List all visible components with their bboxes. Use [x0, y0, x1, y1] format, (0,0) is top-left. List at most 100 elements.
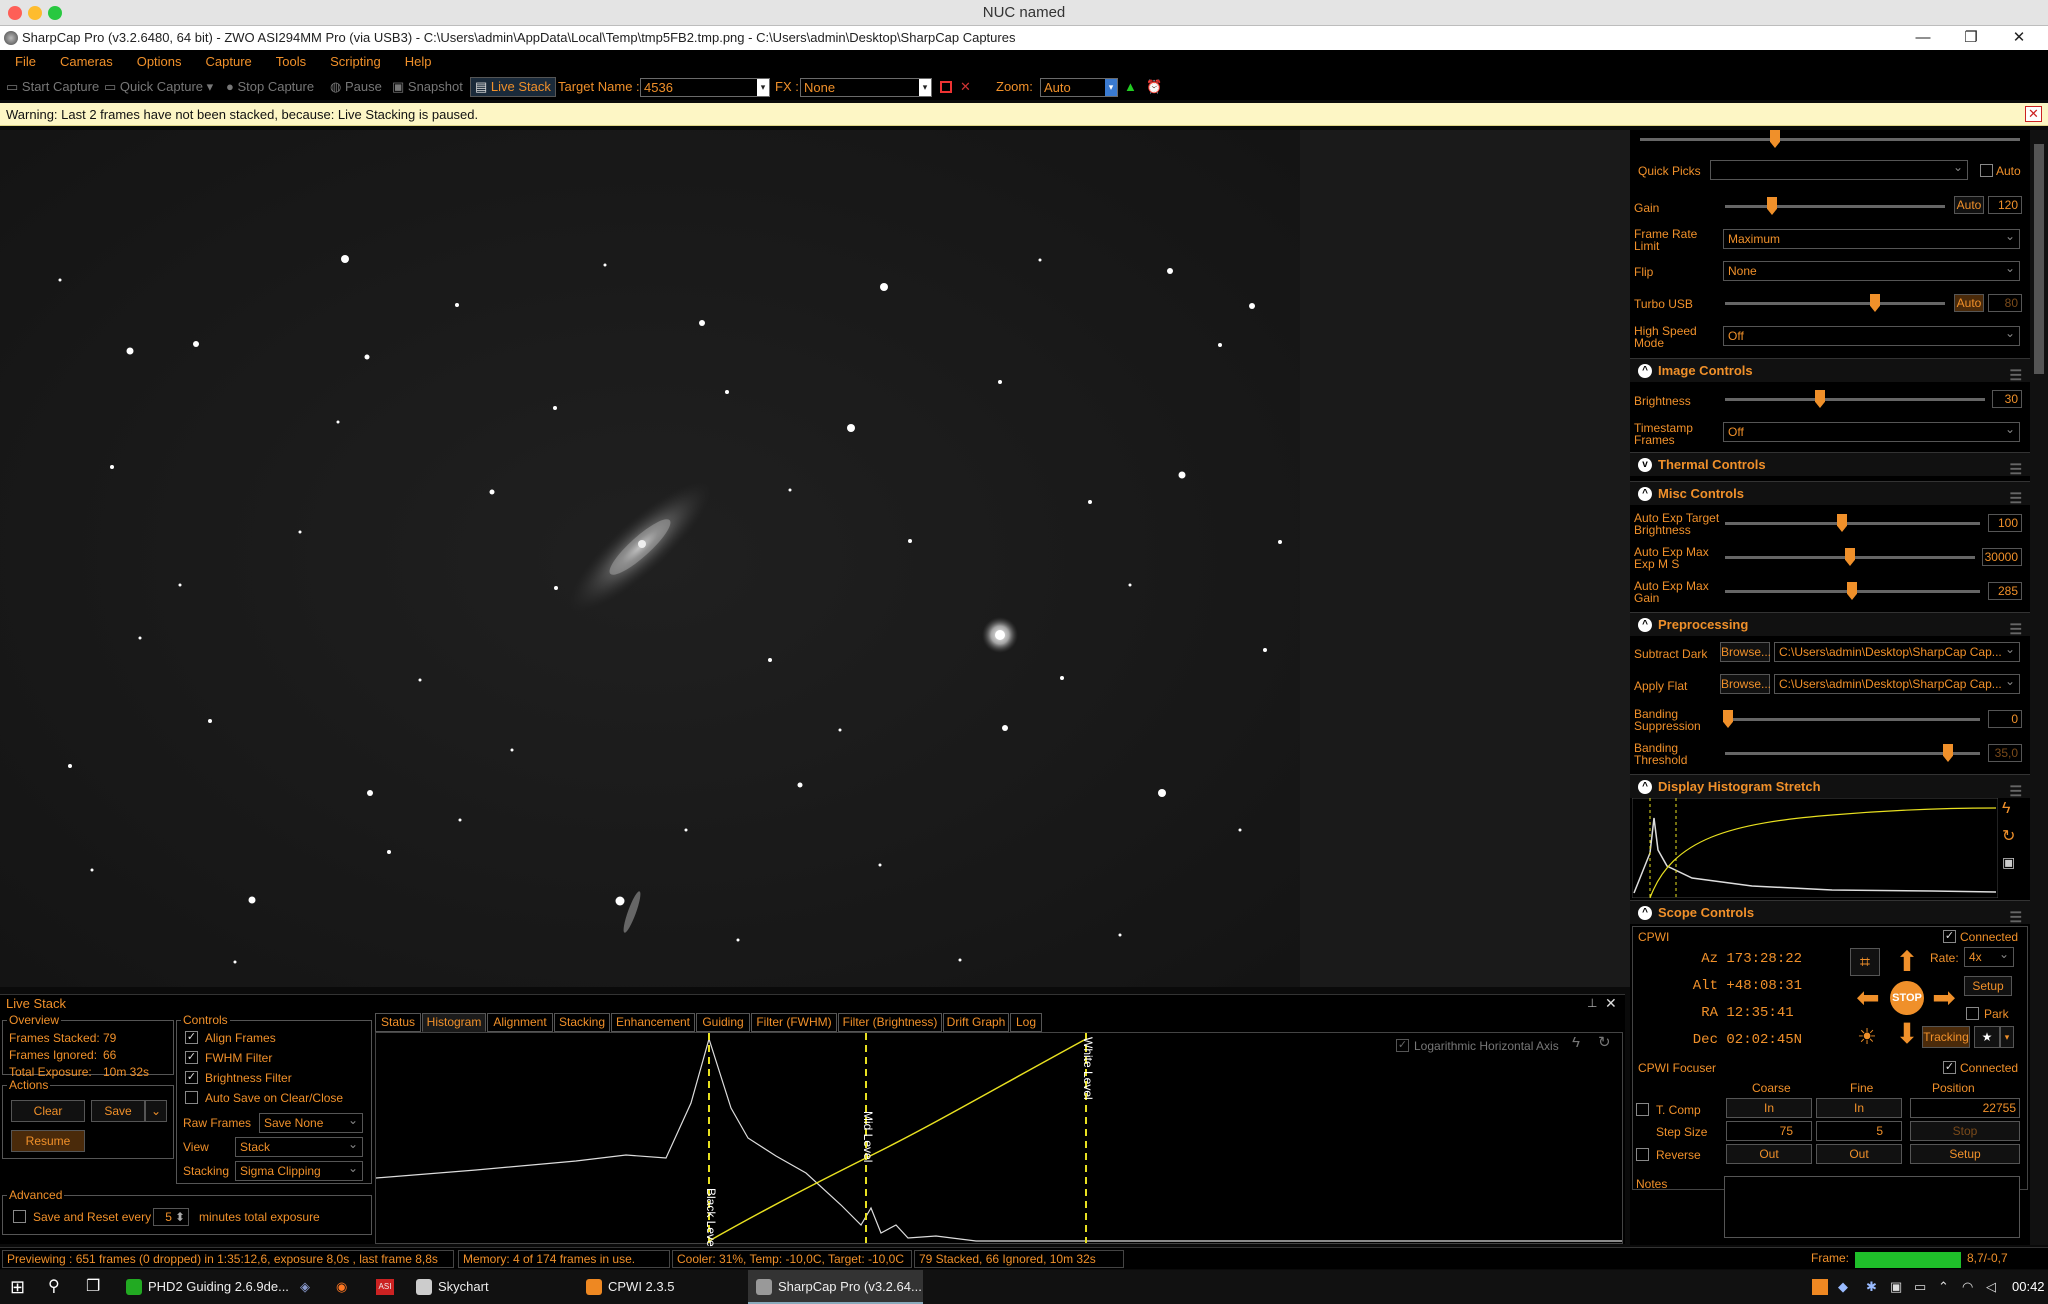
menu-capture[interactable]: Capture	[206, 54, 252, 69]
target-brightness-thumb[interactable]	[1837, 514, 1847, 532]
menu-help[interactable]: Help	[405, 54, 432, 69]
tcomp-checkbox[interactable]	[1636, 1103, 1649, 1116]
minimize-traffic-light[interactable]	[28, 6, 42, 20]
exposure-slider[interactable]	[1640, 130, 2020, 148]
search-icon[interactable]: ⚲	[48, 1270, 60, 1304]
tray-icon[interactable]: ◆	[1838, 1270, 1848, 1304]
tab-histogram[interactable]: Histogram	[422, 1013, 486, 1032]
panel-scrollbar[interactable]	[2030, 130, 2048, 1245]
auto-exp-max-exp-value[interactable]: 30000	[1982, 548, 2022, 566]
asi-icon[interactable]: ASI	[376, 1279, 394, 1295]
raw-frames-select[interactable]: Save None	[259, 1113, 363, 1133]
start-capture-button[interactable]: ▭ Start Capture	[6, 74, 99, 100]
menu-icon[interactable]: ☰	[2009, 617, 2022, 641]
panel-scrollbar-thumb[interactable]	[2034, 144, 2044, 374]
gain-auto-button[interactable]: Auto	[1954, 196, 1984, 214]
notes-textarea[interactable]	[1724, 1176, 2020, 1238]
quick-picks-select[interactable]	[1710, 160, 1968, 180]
speaker-icon[interactable]: ◁	[1986, 1270, 1996, 1304]
auto-exp-max-gain-value[interactable]: 285	[1988, 582, 2022, 600]
gain-slider[interactable]	[1725, 197, 1945, 215]
taskbar-app-phd2[interactable]: PHD2 Guiding 2.6.9de...	[118, 1270, 289, 1304]
tray-icon[interactable]: ▣	[1890, 1270, 1902, 1304]
lightning-icon[interactable]: ϟ	[1572, 1035, 1580, 1050]
stop-button[interactable]: STOP	[1890, 981, 1924, 1015]
menu-cameras[interactable]: Cameras	[60, 54, 113, 69]
scope-controls-header[interactable]: ^ Scope Controls ☰	[1630, 900, 2030, 925]
fx-select[interactable]: None ▾	[800, 78, 932, 97]
taskbar-app-sharpcap[interactable]: SharpCap Pro (v3.2.64...	[748, 1270, 923, 1304]
menu-icon[interactable]: ☰	[2009, 457, 2022, 481]
apply-flat-select[interactable]: C:\Users\admin\Desktop\SharpCap Cap...	[1774, 674, 2020, 694]
warning-close-icon[interactable]: ✕	[2025, 106, 2042, 122]
tab-filter-brightness[interactable]: Filter (Brightness)	[838, 1013, 942, 1032]
subtract-dark-browse-button[interactable]: Browse...	[1720, 642, 1771, 662]
app-icon[interactable]: ◈	[300, 1270, 310, 1304]
tab-log[interactable]: Log	[1010, 1013, 1042, 1032]
tab-filter-fwhm[interactable]: Filter (FWHM)	[751, 1013, 837, 1032]
fine-out-button[interactable]: Out	[1816, 1144, 1902, 1164]
roi-clear-icon[interactable]: ✕	[960, 74, 971, 100]
brightness-slider[interactable]	[1725, 390, 1985, 408]
fx-dropdown-icon[interactable]: ▾	[919, 79, 931, 96]
windows-start-icon[interactable]: ⊞	[10, 1270, 25, 1304]
tab-enhancement[interactable]: Enhancement	[611, 1013, 695, 1032]
fwhm-filter-checkbox[interactable]: ✓	[185, 1051, 198, 1064]
preprocessing-header[interactable]: ^ Preprocessing ☰	[1630, 612, 2030, 637]
save-reset-checkbox[interactable]	[13, 1210, 26, 1223]
close-button[interactable]: ✕	[1996, 26, 2042, 50]
tab-stacking[interactable]: Stacking	[554, 1013, 610, 1032]
turbo-usb-slider-thumb[interactable]	[1870, 294, 1880, 312]
target-name-dropdown-icon[interactable]: ▾	[757, 79, 769, 96]
coarse-step-input[interactable]: 75	[1726, 1121, 1812, 1141]
pin-icon[interactable]: ⊥	[1587, 996, 1597, 1010]
max-gain-thumb[interactable]	[1847, 582, 1857, 600]
save-dropdown-icon[interactable]: ⌄	[145, 1100, 167, 1122]
pause-button[interactable]: ◍ Pause	[330, 74, 382, 100]
arrow-up-icon[interactable]: ⬆	[1892, 946, 1922, 978]
roi-select-icon[interactable]	[940, 81, 952, 93]
timestamp-frames-select[interactable]: Off	[1723, 422, 2020, 442]
park-checkbox[interactable]	[1966, 1007, 1979, 1020]
sun-icon[interactable]: ☀	[1852, 1022, 1882, 1052]
view-select[interactable]: Stack	[235, 1137, 363, 1157]
clear-button[interactable]: Clear	[11, 1100, 85, 1122]
arrow-down-icon[interactable]: ⬇	[1892, 1018, 1922, 1050]
brightness-filter-checkbox[interactable]: ✓	[185, 1071, 198, 1084]
tab-drift-graph[interactable]: Drift Graph	[943, 1013, 1009, 1032]
menu-icon[interactable]: ☰	[2009, 363, 2022, 387]
save-reset-minutes-input[interactable]: 5 ⬍	[153, 1208, 189, 1226]
fine-in-button[interactable]: In	[1816, 1098, 1902, 1118]
save-icon[interactable]: ▣	[2002, 854, 2015, 871]
turbo-usb-slider[interactable]	[1725, 294, 1945, 312]
quick-capture-button[interactable]: ▭ Quick Capture ▾	[104, 74, 213, 100]
coarse-out-button[interactable]: Out	[1726, 1144, 1812, 1164]
log-axis-checkbox[interactable]: ✓	[1396, 1039, 1409, 1052]
menu-options[interactable]: Options	[137, 54, 182, 69]
live-stack-button[interactable]: ▤ Live Stack	[470, 77, 556, 97]
fine-step-input[interactable]: 5	[1816, 1121, 1902, 1141]
gain-value[interactable]: 120	[1988, 196, 2022, 214]
chevron-up-icon[interactable]: ⌃	[1938, 1270, 1949, 1304]
close-traffic-light[interactable]	[8, 6, 22, 20]
menu-icon[interactable]: ☰	[2009, 486, 2022, 510]
star-icon[interactable]: ★	[1974, 1026, 2000, 1048]
auto-save-checkbox[interactable]	[185, 1091, 198, 1104]
star-dropdown-icon[interactable]: ▾	[2000, 1026, 2014, 1048]
taskbar-clock[interactable]: 00:42	[2012, 1270, 2045, 1304]
coarse-in-button[interactable]: In	[1726, 1098, 1812, 1118]
tracking-button[interactable]: Tracking	[1922, 1026, 1970, 1048]
banding-suppression-thumb[interactable]	[1723, 710, 1733, 728]
reverse-checkbox[interactable]	[1636, 1148, 1649, 1161]
task-view-icon[interactable]: ❐	[86, 1270, 100, 1304]
subtract-dark-select[interactable]: C:\Users\admin\Desktop\SharpCap Cap...	[1774, 642, 2020, 662]
focuser-stop-button[interactable]: Stop	[1910, 1121, 2020, 1141]
auto-exp-max-gain-slider[interactable]	[1725, 582, 1980, 600]
quick-picks-auto-checkbox[interactable]	[1980, 164, 1993, 177]
alarm-clock-icon[interactable]: ⏰	[1146, 74, 1162, 100]
resume-button[interactable]: Resume	[11, 1130, 85, 1152]
frame-rate-limit-select[interactable]: Maximum	[1723, 229, 2020, 249]
arrow-left-icon[interactable]: ⬅	[1852, 982, 1884, 1014]
focuser-connected-checkbox[interactable]: ✓	[1943, 1061, 1956, 1074]
auto-exp-target-brightness-value[interactable]: 100	[1988, 514, 2022, 532]
